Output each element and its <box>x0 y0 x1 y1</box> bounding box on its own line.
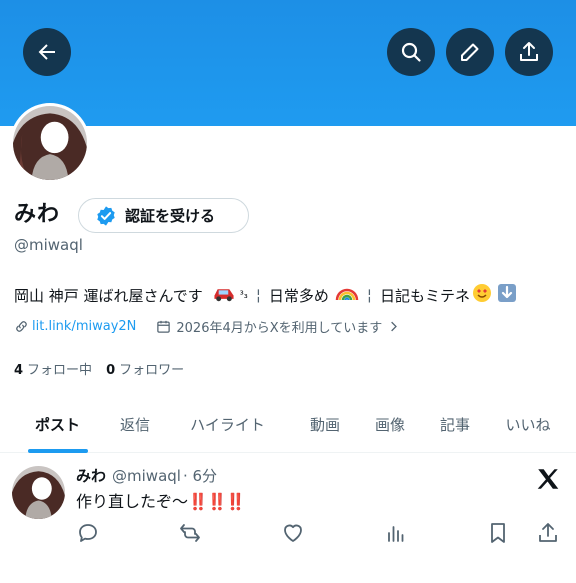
post-text-suffix: ‼️‼️‼️ <box>188 492 246 511</box>
arrow-left-icon <box>38 44 55 60</box>
post-time: · 6分 <box>182 467 218 485</box>
tab-videos[interactable]: 動画 <box>300 395 350 453</box>
repost-icon <box>180 524 200 542</box>
like-button[interactable] <box>281 521 307 547</box>
share-icon <box>520 42 538 61</box>
views-button[interactable] <box>384 521 410 547</box>
profile-bio: 岡山 神戸 運ばれ屋さんです ³₃ ¦ 日常多め ¦ 日記もミテネ <box>14 283 520 307</box>
link-icon <box>16 321 27 332</box>
post-avatar[interactable] <box>12 466 65 519</box>
profile-handle: @miwaql <box>14 236 83 254</box>
bio-text-2: 日常多め <box>268 286 329 305</box>
search-button[interactable] <box>387 28 435 76</box>
followers-count: 0 <box>106 363 116 378</box>
heart-icon <box>284 524 302 542</box>
bookmark-icon <box>491 523 505 543</box>
search-icon <box>401 42 421 62</box>
followers-link[interactable]: 0 フォロワー <box>106 359 184 378</box>
pencil-icon <box>461 43 479 61</box>
calendar-icon <box>157 320 171 333</box>
post-text-body: 作り直したぞ〜 <box>76 492 189 511</box>
tab-articles[interactable]: 記事 <box>430 395 480 453</box>
car-emoji-icon <box>211 285 237 306</box>
share-icon <box>539 523 557 542</box>
followers-label: フォロワー <box>119 363 185 378</box>
share-button[interactable] <box>505 28 553 76</box>
bio-separator: ¦ <box>255 286 261 304</box>
tab-posts[interactable]: ポスト <box>0 395 115 453</box>
following-count: 4 <box>14 363 24 378</box>
small-superscript: ³₃ <box>239 289 248 301</box>
get-verified-button[interactable]: 認証を受ける <box>78 198 249 233</box>
tab-images[interactable]: 画像 <box>350 395 430 453</box>
repost-button[interactable] <box>178 521 204 547</box>
following-link[interactable]: 4 フォロー中 <box>14 359 92 378</box>
follow-stats: 4 フォロー中 0 フォロワー <box>14 359 198 378</box>
views-chart-icon <box>388 526 404 542</box>
verify-label: 認証を受ける <box>125 207 216 225</box>
bookmark-button[interactable] <box>486 521 512 547</box>
profile-meta: lit.link/miway2N 2026年4月からXを利用しています <box>14 317 401 336</box>
bio-text-3: 日記もミテネ <box>379 286 470 305</box>
x-logo-icon <box>537 469 559 489</box>
profile-tabs: ポスト 返信 ハイライト 動画 画像 記事 いいね <box>0 395 576 453</box>
tab-likes[interactable]: いいね <box>480 395 576 453</box>
bio-text: 岡山 神戸 運ばれ屋さんです <box>14 286 203 305</box>
avatar[interactable] <box>10 103 90 183</box>
reply-icon <box>79 524 97 542</box>
post-item[interactable]: みわ @miwaql · 6分 作り直したぞ〜‼️‼️‼️ <box>0 454 576 583</box>
down-arrow-emoji-icon <box>497 283 517 307</box>
post-handle[interactable]: @miwaql <box>112 467 181 485</box>
verified-badge-icon <box>97 205 115 226</box>
joined-text: 2026年4月からXを利用しています <box>176 321 383 336</box>
tab-highlights[interactable]: ハイライト <box>155 395 300 453</box>
following-label: フォロー中 <box>27 363 93 378</box>
rainbow-emoji-icon <box>335 285 359 305</box>
heart-eyes-emoji-icon <box>472 283 492 307</box>
bio-separator-2: ¦ <box>366 286 372 304</box>
back-button[interactable] <box>23 28 71 76</box>
share-post-button[interactable] <box>536 521 562 547</box>
post-actions <box>76 521 560 547</box>
edit-button[interactable] <box>446 28 494 76</box>
tab-replies[interactable]: 返信 <box>115 395 155 453</box>
post-author[interactable]: みわ <box>76 467 106 485</box>
reply-button[interactable] <box>76 521 102 547</box>
post-header: みわ @miwaql · 6分 <box>76 465 217 486</box>
profile-link[interactable]: lit.link/miway2N <box>32 319 136 334</box>
chevron-right-icon <box>391 321 398 332</box>
display-name: みわ <box>14 202 61 227</box>
joined-date[interactable]: 2026年4月からXを利用しています <box>156 317 401 336</box>
post-text: 作り直したぞ〜‼️‼️‼️ <box>76 488 246 512</box>
